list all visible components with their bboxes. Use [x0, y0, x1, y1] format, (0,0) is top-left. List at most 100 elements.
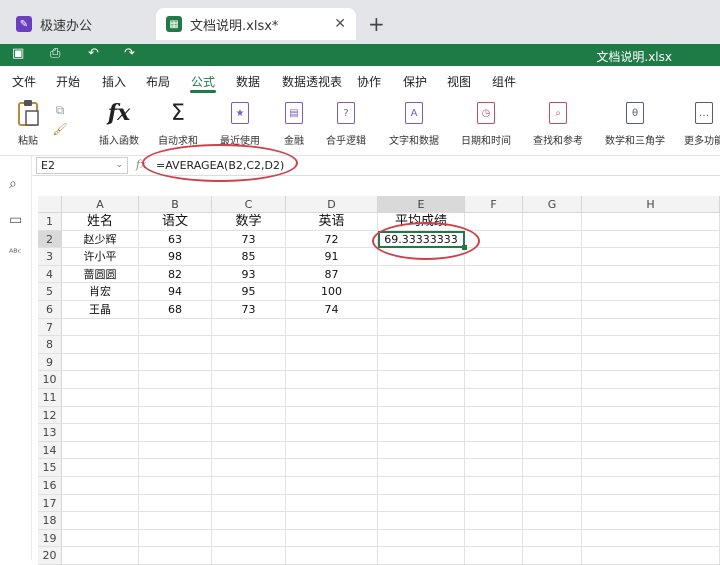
cell[interactable] [523, 213, 582, 231]
format-painter-button[interactable]: ⧉ 🖌 [50, 98, 70, 137]
cell[interactable] [139, 371, 212, 389]
header-cell[interactable]: 数学 [212, 213, 286, 231]
cell[interactable] [582, 230, 720, 249]
data-cell[interactable]: 82 [139, 265, 212, 284]
cell[interactable] [582, 301, 720, 319]
cell[interactable] [286, 424, 378, 442]
column-header-e[interactable]: E [378, 196, 465, 213]
row-header[interactable]: 5 [38, 283, 62, 301]
formula-input[interactable]: =AVERAGEA(B2,C2,D2) [156, 159, 284, 172]
menu-formula[interactable]: 公式 [191, 73, 215, 90]
data-cell[interactable]: 王晶 [62, 301, 139, 319]
cell[interactable] [523, 248, 582, 266]
data-cell[interactable]: 肖宏 [62, 283, 139, 301]
row-header[interactable]: 17 [38, 494, 62, 513]
row-header[interactable]: 7 [38, 318, 62, 337]
data-cell[interactable]: 68 [139, 301, 212, 319]
menu-view[interactable]: 视图 [447, 73, 471, 90]
cell[interactable] [286, 529, 378, 548]
menu-insert[interactable]: 插入 [102, 73, 126, 90]
new-tab-icon[interactable]: + [368, 12, 385, 36]
row-header[interactable]: 2 [38, 230, 62, 249]
cell[interactable] [378, 494, 465, 513]
cell[interactable] [523, 301, 582, 319]
cell[interactable] [465, 371, 523, 389]
cell[interactable] [62, 529, 139, 548]
data-cell[interactable]: 95 [212, 283, 286, 301]
cell[interactable] [139, 441, 212, 460]
data-cell[interactable]: 63 [139, 230, 212, 249]
column-header-f[interactable]: F [465, 196, 523, 213]
tab-document[interactable]: ▦ 文档说明.xlsx* ✕ [156, 8, 356, 40]
row-header[interactable]: 16 [38, 477, 62, 495]
cell[interactable] [582, 547, 720, 565]
row-header[interactable]: 11 [38, 389, 62, 407]
cell[interactable] [582, 477, 720, 495]
cell[interactable] [62, 459, 139, 477]
data-cell[interactable]: 98 [139, 248, 212, 266]
cell[interactable] [523, 318, 582, 337]
cell[interactable] [582, 512, 720, 530]
cell[interactable] [465, 441, 523, 460]
cell[interactable] [212, 529, 286, 548]
cell[interactable] [465, 494, 523, 513]
fx-icon[interactable]: fx [136, 158, 146, 171]
save-icon[interactable]: ▣ [12, 46, 24, 61]
cell[interactable] [286, 477, 378, 495]
fill-handle[interactable] [462, 245, 467, 250]
cell[interactable] [523, 529, 582, 548]
cell[interactable] [582, 494, 720, 513]
row-header[interactable]: 4 [38, 265, 62, 284]
cell[interactable] [465, 265, 523, 284]
cell[interactable] [378, 477, 465, 495]
cell[interactable] [286, 371, 378, 389]
cell[interactable] [582, 529, 720, 548]
cell[interactable] [465, 512, 523, 530]
cell[interactable] [378, 547, 465, 565]
data-cell[interactable]: 蔷圆圆 [62, 265, 139, 284]
menu-home[interactable]: 开始 [56, 73, 80, 90]
menu-pivot-table[interactable]: 数据透视表 [282, 73, 342, 90]
more-functions-button[interactable]: … 更多功能 [684, 98, 720, 147]
select-all-corner[interactable] [38, 196, 62, 213]
data-cell[interactable]: 100 [286, 283, 378, 301]
row-header[interactable]: 18 [38, 512, 62, 530]
cell[interactable] [523, 547, 582, 565]
cell[interactable] [212, 353, 286, 372]
cell[interactable] [139, 477, 212, 495]
cell[interactable] [62, 424, 139, 442]
row-header[interactable]: 1 [38, 213, 62, 231]
data-cell[interactable] [378, 301, 465, 319]
data-cell[interactable]: 93 [212, 265, 286, 284]
cell[interactable] [139, 424, 212, 442]
cell[interactable] [62, 494, 139, 513]
menu-layout[interactable]: 布局 [146, 73, 170, 90]
cell[interactable] [212, 459, 286, 477]
cell[interactable] [212, 406, 286, 425]
tab-speed-office[interactable]: ✎ 极速办公 [6, 8, 152, 40]
data-cell[interactable]: 赵少辉 [62, 230, 139, 249]
cell[interactable] [62, 353, 139, 372]
selected-cell-e2[interactable]: 69.33333333 [378, 230, 465, 249]
menu-data[interactable]: 数据 [236, 73, 260, 90]
cell[interactable] [212, 441, 286, 460]
cell[interactable] [286, 494, 378, 513]
menu-protect[interactable]: 保护 [403, 73, 427, 90]
row-header[interactable]: 14 [38, 441, 62, 460]
cell[interactable] [62, 441, 139, 460]
cell[interactable] [212, 494, 286, 513]
cell[interactable] [465, 230, 523, 249]
cell[interactable] [465, 301, 523, 319]
data-cell[interactable]: 许小平 [62, 248, 139, 266]
cell[interactable] [62, 371, 139, 389]
cell[interactable] [139, 318, 212, 337]
cell[interactable] [582, 441, 720, 460]
cell[interactable] [139, 494, 212, 513]
row-header[interactable]: 15 [38, 459, 62, 477]
cell[interactable] [378, 424, 465, 442]
cell[interactable] [582, 318, 720, 337]
cell[interactable] [286, 459, 378, 477]
cell[interactable] [139, 353, 212, 372]
text-data-button[interactable]: A 文字和数据 [384, 98, 444, 147]
cell[interactable] [582, 353, 720, 372]
